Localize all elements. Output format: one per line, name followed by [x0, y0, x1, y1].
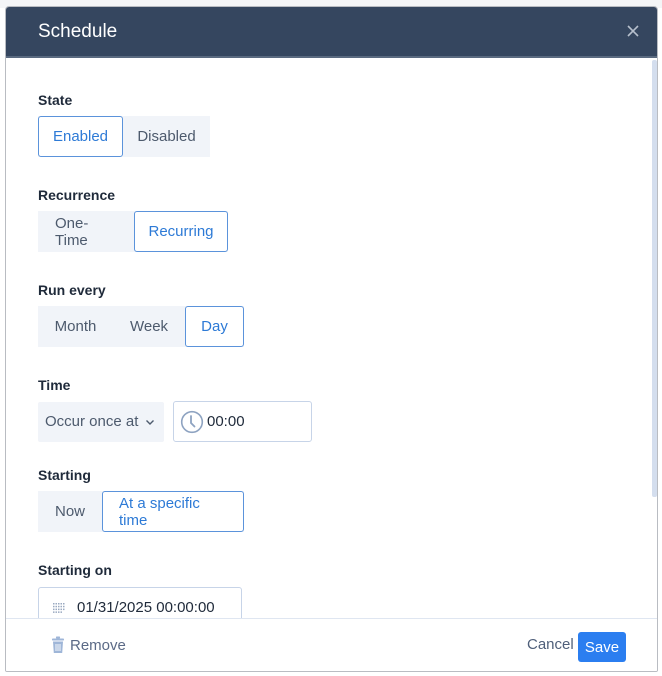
run-every-week-option[interactable]: Week	[113, 306, 185, 347]
scrollbar[interactable]	[652, 58, 657, 618]
close-icon	[627, 25, 639, 37]
dialog-footer: Remove Cancel Save	[6, 618, 657, 671]
starting-section: Starting Now At a specific time	[38, 467, 244, 532]
state-toggle: Enabled Disabled	[38, 116, 210, 157]
starting-on-section: Starting on 01/31/2025 00:00:00	[38, 562, 242, 618]
run-every-month-option[interactable]: Month	[38, 306, 113, 347]
state-enabled-option[interactable]: Enabled	[38, 116, 123, 157]
starting-now-option[interactable]: Now	[38, 491, 102, 532]
chevron-down-icon	[146, 419, 155, 425]
time-label: Time	[38, 377, 71, 393]
recurrence-recurring-option[interactable]: Recurring	[134, 211, 228, 252]
calendar-icon	[53, 602, 65, 613]
state-section: State Enabled Disabled	[38, 92, 210, 157]
time-value: 00:00	[207, 413, 245, 430]
time-input[interactable]: 00:00	[173, 401, 312, 442]
starting-on-label: Starting on	[38, 562, 112, 578]
time-mode-dropdown[interactable]: Occur once at	[38, 401, 164, 442]
scrollbar-thumb[interactable]	[652, 60, 657, 497]
starting-on-input[interactable]: 01/31/2025 00:00:00	[38, 587, 242, 618]
dialog-header: Schedule	[6, 7, 657, 58]
recurrence-label: Recurrence	[38, 187, 116, 203]
state-label: State	[38, 92, 73, 108]
starting-on-value: 01/31/2025 00:00:00	[77, 599, 215, 616]
run-every-toggle: Month Week Day	[38, 306, 244, 347]
time-mode-value: Occur once at	[45, 413, 139, 430]
clock-icon	[180, 410, 204, 433]
recurrence-toggle: One-Time Recurring	[38, 211, 228, 252]
state-disabled-option[interactable]: Disabled	[123, 116, 210, 157]
starting-specific-time-option[interactable]: At a specific time	[102, 491, 244, 532]
starting-label: Starting	[38, 467, 91, 483]
run-every-section: Run every Month Week Day	[38, 282, 244, 347]
cancel-button[interactable]: Cancel	[527, 636, 574, 653]
close-button[interactable]	[621, 19, 645, 43]
recurrence-section: Recurrence One-Time Recurring	[38, 187, 228, 252]
schedule-dialog: Schedule State Enabled Disabled Recurren…	[5, 6, 658, 672]
recurrence-one-time-option[interactable]: One-Time	[38, 211, 134, 252]
starting-toggle: Now At a specific time	[38, 491, 244, 532]
run-every-label: Run every	[38, 282, 106, 298]
dialog-body: State Enabled Disabled Recurrence One-Ti…	[6, 58, 657, 618]
remove-button[interactable]: Remove	[51, 636, 126, 654]
dialog-title: Schedule	[38, 21, 118, 42]
time-section: Time Occur once at 00:00	[38, 377, 312, 442]
remove-label: Remove	[70, 636, 126, 654]
trash-icon	[52, 636, 64, 653]
run-every-day-option[interactable]: Day	[185, 306, 244, 347]
save-button[interactable]: Save	[578, 632, 626, 662]
